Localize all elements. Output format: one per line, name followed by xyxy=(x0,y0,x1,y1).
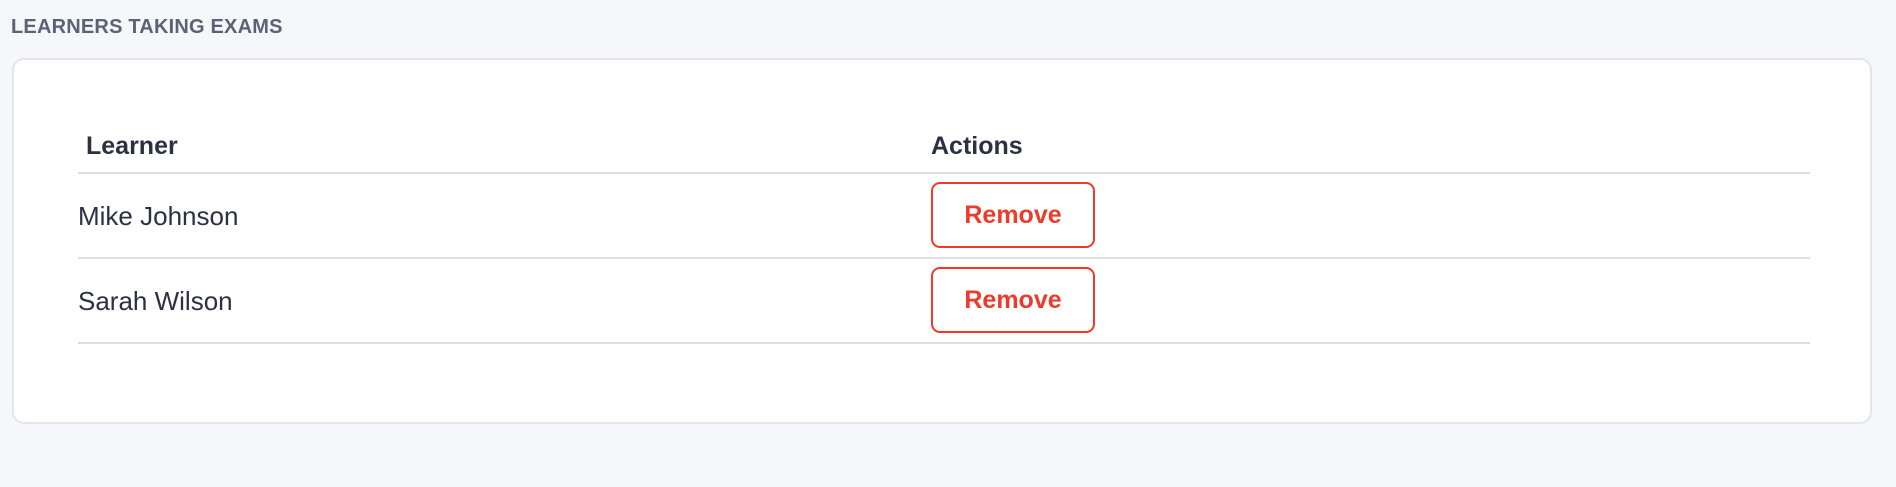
learner-name: Sarah Wilson xyxy=(78,286,233,316)
learners-table: Learner Actions Mike Johnson Remove Sara… xyxy=(78,108,1810,344)
column-header-learner: Learner xyxy=(86,132,178,160)
table-row: Sarah Wilson Remove xyxy=(78,259,1810,344)
section-title: LEARNERS TAKING EXAMS xyxy=(11,16,283,38)
learner-name: Mike Johnson xyxy=(78,201,239,231)
column-header-actions: Actions xyxy=(931,132,1023,160)
table-row: Mike Johnson Remove xyxy=(78,174,1810,259)
learners-card: Learner Actions Mike Johnson Remove Sara… xyxy=(12,58,1872,424)
remove-button[interactable]: Remove xyxy=(931,182,1095,248)
remove-button[interactable]: Remove xyxy=(931,267,1095,333)
table-header: Learner Actions xyxy=(78,108,1810,174)
